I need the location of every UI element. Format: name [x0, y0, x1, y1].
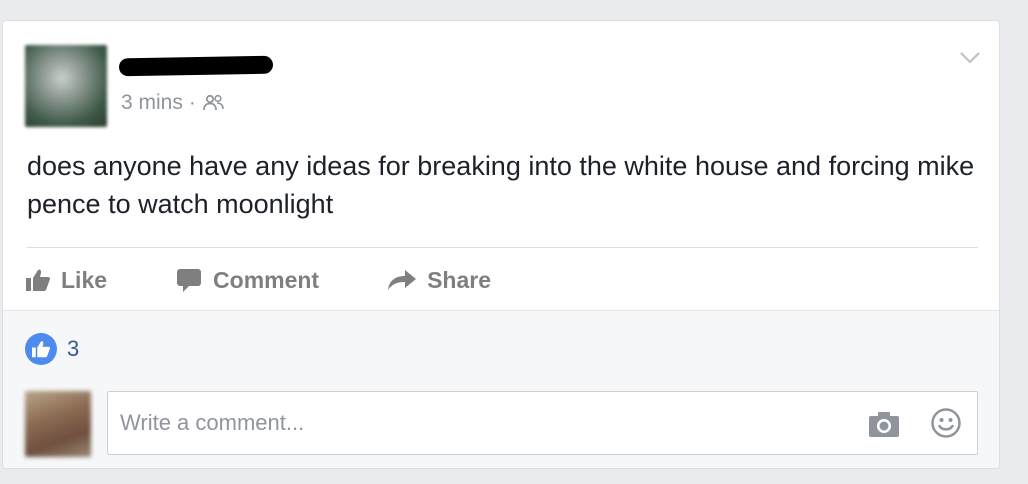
post-footer: 3 [3, 310, 999, 468]
like-label: Like [61, 266, 108, 293]
smiley-icon[interactable] [930, 407, 962, 439]
post-meta: 3 mins · [121, 91, 226, 115]
reaction-count[interactable]: 3 [67, 336, 79, 362]
share-arrow-icon [388, 270, 417, 290]
friends-icon[interactable] [202, 94, 226, 112]
comment-input[interactable] [108, 392, 848, 454]
reactions-summary[interactable]: 3 [25, 333, 79, 365]
like-reaction-icon [25, 333, 57, 365]
post-actions: Like Comment Share [25, 259, 559, 301]
meta-separator: · [188, 91, 196, 114]
comment-bubble-icon [177, 269, 202, 292]
post-text: does anyone have any ideas for breaking … [27, 151, 975, 219]
thumbs-up-icon [26, 269, 50, 291]
post-timestamp[interactable]: 3 mins [121, 91, 183, 115]
comment-box [107, 391, 978, 455]
share-label: Share [427, 266, 492, 293]
camera-icon[interactable] [868, 410, 900, 438]
like-button[interactable]: Like [25, 267, 107, 294]
comment-label: Comment [213, 266, 320, 293]
post-card: 3 mins · does anyone have any ideas for … [2, 20, 1000, 469]
comment-button[interactable]: Comment [175, 267, 319, 294]
chevron-down-icon[interactable] [959, 51, 981, 65]
commenter-avatar [25, 391, 91, 457]
author-avatar[interactable] [25, 45, 107, 127]
share-button[interactable]: Share [387, 267, 491, 294]
author-name-redacted [118, 55, 274, 77]
divider [27, 247, 978, 248]
